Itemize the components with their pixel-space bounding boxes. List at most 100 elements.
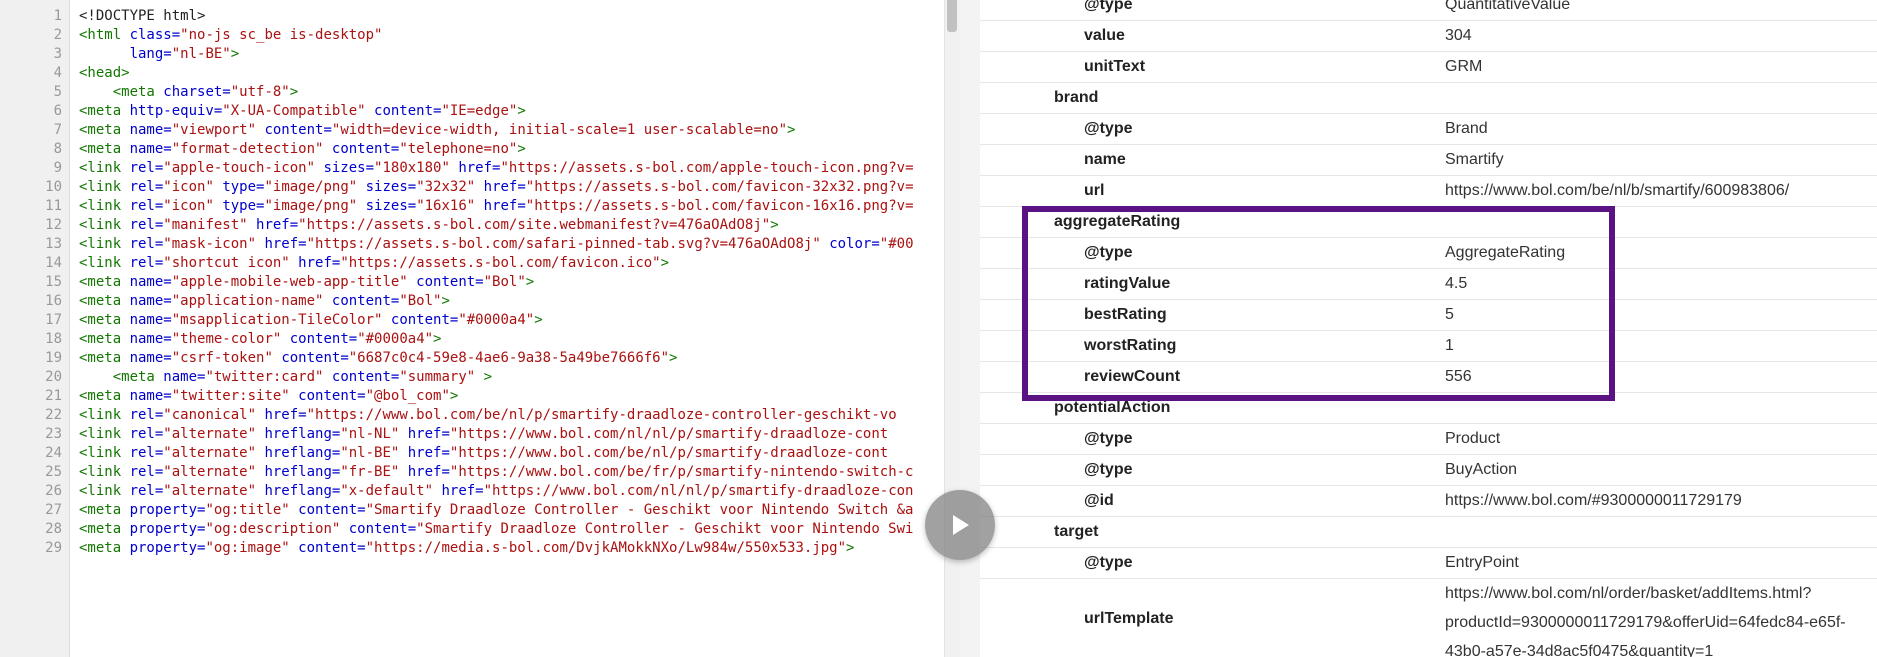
- line-code: <link rel="mask-icon" href="https://asse…: [79, 235, 914, 254]
- property-value: Product: [1445, 430, 1501, 447]
- code-token: "alternate": [163, 483, 265, 499]
- code-token: "icon": [163, 198, 223, 214]
- code-token: >: [669, 350, 678, 366]
- code-token: "Smartify Draadloze Controller - Geschik…: [416, 521, 914, 537]
- code-token: <link: [79, 217, 130, 233]
- code-line: 26 <link rel="alternate" hreflang="x-defa…: [0, 482, 944, 501]
- code-token: "nl-BE": [340, 445, 408, 461]
- code-token: >: [449, 388, 459, 404]
- property-key: url: [1084, 182, 1105, 199]
- code-token: "#00: [879, 236, 914, 252]
- line-number: 21: [45, 388, 62, 404]
- data-row: aggregateRating: [980, 207, 1877, 238]
- property-key: @type: [1084, 0, 1133, 13]
- property-key: @type: [1084, 461, 1133, 478]
- code-token: rel=: [129, 160, 164, 176]
- line-number: 29: [45, 540, 62, 556]
- code-line: 10 <link rel="icon" type="image/png" size…: [0, 178, 944, 197]
- code-token: rel=: [129, 179, 164, 195]
- code-token: <link: [79, 445, 130, 461]
- code-line: 3 lang="nl-BE">: [0, 45, 944, 64]
- source-code-viewer[interactable]: 1 <!DOCTYPE html> 2 <html class="no-js sc_b…: [0, 0, 960, 657]
- play-button[interactable]: [925, 490, 995, 560]
- line-number: 1: [53, 8, 62, 24]
- code-token: <meta: [79, 122, 130, 138]
- property-key: @type: [1084, 554, 1133, 571]
- code-line: 22 <link rel="canonical" href="https://ww…: [0, 406, 944, 425]
- code-token: "og:title": [205, 502, 299, 518]
- code-line: 24 <link rel="alternate" hreflang="nl-BE"…: [0, 444, 944, 463]
- code-token: <meta: [79, 103, 130, 119]
- code-token: content=: [289, 331, 358, 347]
- property-key: brand: [1054, 89, 1099, 106]
- code-token: hreflang=: [264, 445, 341, 461]
- line-code: <html class="no-js sc_be is-desktop": [79, 26, 382, 45]
- code-token: href=: [441, 483, 484, 499]
- code-token: <link: [79, 255, 130, 271]
- code-token: name=: [129, 141, 172, 157]
- code-token: <meta: [79, 502, 130, 518]
- code-token: content=: [331, 141, 400, 157]
- code-token: content=: [331, 293, 400, 309]
- code-token: "https://www.bol.com/nl/nl/p/smartify-dr…: [449, 426, 889, 442]
- code-token: lang=: [129, 46, 172, 62]
- line-number: 10: [45, 179, 62, 195]
- code-token: rel=: [129, 426, 164, 442]
- line-code: <meta http-equiv="X-UA-Compatible" conte…: [79, 102, 526, 121]
- code-token: href=: [483, 198, 526, 214]
- property-key: worstRating: [1084, 337, 1177, 354]
- code-line: 25 <link rel="alternate" hreflang="fr-BE"…: [0, 463, 944, 482]
- code-token: "Smartify Draadloze Controller - Geschik…: [365, 502, 914, 518]
- line-number: 5: [53, 84, 62, 100]
- code-token: "32x32": [416, 179, 484, 195]
- property-key: ratingValue: [1084, 275, 1171, 292]
- property-value: QuantitativeValue: [1445, 0, 1571, 13]
- code-token: "image/png": [264, 179, 366, 195]
- line-number: 27: [45, 502, 62, 518]
- line-code: <meta property="og:title" content="Smart…: [79, 501, 913, 520]
- code-token: "https://assets.s-bol.com/apple-touch-ic…: [500, 160, 914, 176]
- code-token: >: [483, 369, 493, 385]
- property-value: 1: [1445, 337, 1454, 354]
- property-value: 556: [1445, 368, 1472, 385]
- code-token: href=: [264, 407, 307, 423]
- property-key: reviewCount: [1084, 368, 1181, 385]
- code-token: charset=: [163, 84, 231, 100]
- property-value: BuyAction: [1445, 461, 1518, 478]
- code-token: "image/png": [264, 198, 366, 214]
- code-token: property=: [129, 502, 206, 518]
- data-row: unitText GRM: [980, 52, 1877, 83]
- code-token: href=: [483, 179, 526, 195]
- code-token: "format-detection": [171, 141, 332, 157]
- code-token: >: [517, 103, 526, 119]
- property-key: target: [1054, 523, 1099, 540]
- code-token: <meta: [79, 293, 130, 309]
- data-row: @type Product: [980, 424, 1877, 455]
- line-code: <link rel="manifest" href="https://asset…: [79, 216, 779, 235]
- structured-data-panel: @type QuantitativeValue value 304 unitText GR…: [980, 0, 1877, 657]
- code-token: rel=: [129, 445, 164, 461]
- code-token: href=: [407, 445, 450, 461]
- code-line: 17 <meta name="msapplication-TileColor" c…: [0, 311, 944, 330]
- code-token: "no-js sc_be is-desktop": [180, 27, 383, 43]
- code-token: "shortcut icon": [163, 255, 299, 271]
- code-token: name=: [129, 122, 172, 138]
- code-token: href=: [407, 426, 450, 442]
- code-token: "twitter:site": [171, 388, 299, 404]
- line-code: <link rel="icon" type="image/png" sizes=…: [79, 197, 914, 216]
- property-value: https://www.bol.com/be/nl/b/smartify/600…: [1445, 182, 1790, 199]
- line-code: <meta name="twitter:card" content="summa…: [79, 368, 492, 387]
- code-token: name=: [129, 331, 172, 347]
- code-token: <link: [79, 198, 130, 214]
- code-token: "https://assets.s-bol.com/site.webmanife…: [298, 217, 771, 233]
- code-scrollbar-thumb[interactable]: [947, 0, 957, 32]
- property-value: 5: [1445, 306, 1454, 323]
- code-token: "alternate": [163, 445, 265, 461]
- line-code: <meta charset="utf-8">: [79, 83, 298, 102]
- line-number: 7: [53, 122, 62, 138]
- code-token: "theme-color": [171, 331, 290, 347]
- line-code: <meta name="msapplication-TileColor" con…: [79, 311, 543, 330]
- code-token: <meta: [79, 388, 130, 404]
- code-line: 6 <meta http-equiv="X-UA-Compatible" cont…: [0, 102, 944, 121]
